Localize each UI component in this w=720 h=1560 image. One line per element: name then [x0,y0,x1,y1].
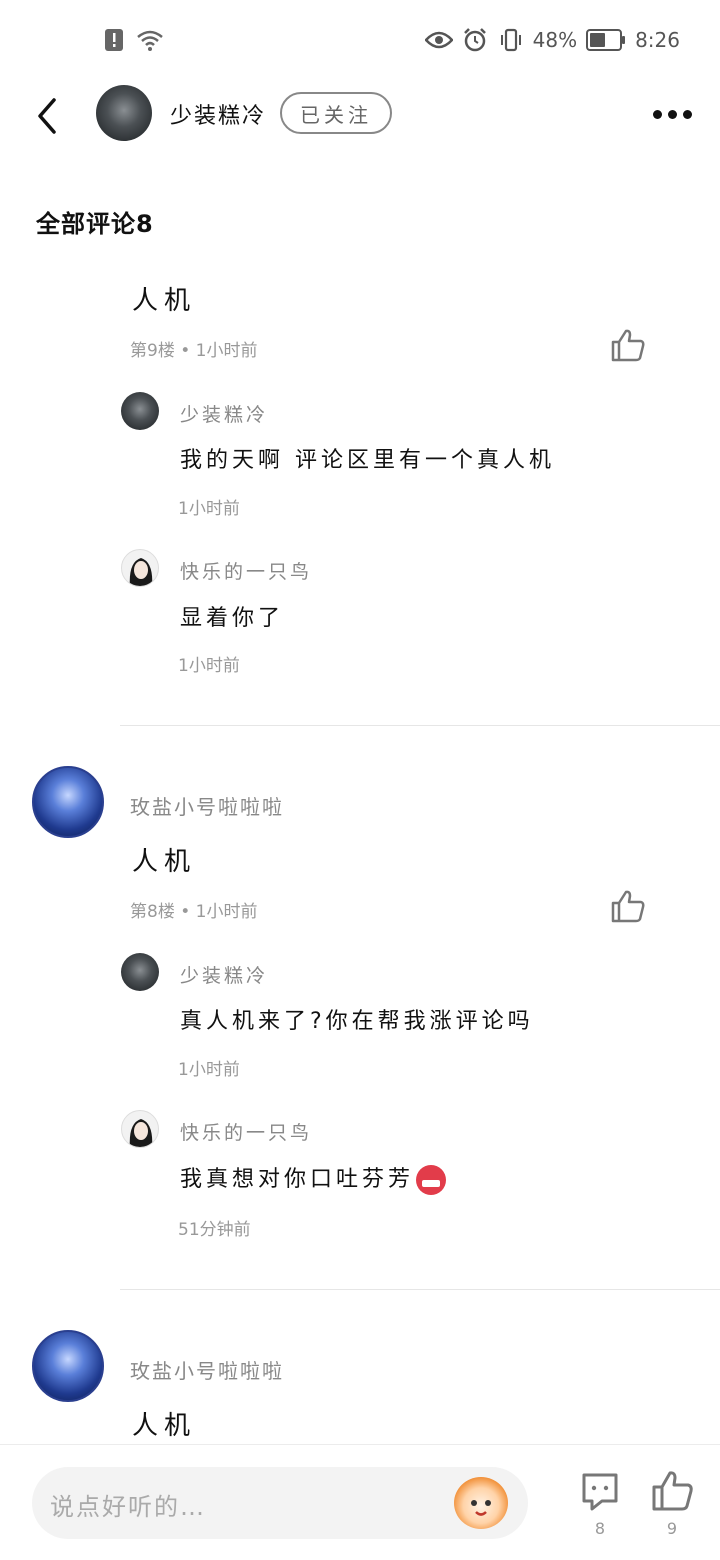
avatar[interactable] [32,1330,104,1402]
more-options-button[interactable] [648,94,696,134]
like-post-button[interactable]: 9 [650,1469,694,1545]
battery-percent: 48% [532,28,578,52]
reply-text[interactable]: 我的天啊 评论区里有一个真人机 [180,442,555,474]
comment-text[interactable]: 人机 [132,280,196,317]
like-button[interactable] [610,328,646,362]
comment-text[interactable]: 人机 [132,1405,196,1442]
bottom-bar: 说点好听的… 8 9 [0,1444,720,1560]
comment-author[interactable]: 玫盐小号啦啦啦 [130,1355,284,1384]
more-icon-dot [667,109,677,119]
mascot-emoji-icon[interactable] [454,1477,508,1529]
alarm-icon [461,26,489,54]
follow-button[interactable]: 已关注 [280,92,392,134]
like-count: 9 [666,1519,678,1538]
reply-text: 我真想对你口吐芬芳 [180,1167,415,1192]
section-title: 全部评论8 [36,210,154,238]
reply-time: 51分钟前 [178,1220,251,1240]
divider [120,725,720,726]
status-bar: 48% 8:26 [0,0,720,80]
reply-author[interactable]: 快乐的一只鸟 [180,1118,312,1145]
avatar[interactable] [121,392,159,430]
thumbs-up-icon [652,1471,693,1511]
avatar[interactable] [121,953,159,991]
avatar[interactable] [32,766,104,838]
comment-input[interactable]: 说点好听的… [32,1467,528,1539]
reply-text[interactable]: 显着你了 [180,600,284,632]
reply-text-row[interactable]: 我真想对你口吐芬芳 [180,1161,447,1195]
comment-bubble-icon [582,1473,618,1511]
reply-time: 1小时前 [178,499,240,519]
reply-author[interactable]: 快乐的一只鸟 [180,557,312,584]
battery-icon [585,26,627,54]
comment-count: 8 [594,1519,606,1538]
back-button[interactable] [26,94,70,138]
eye-icon [424,26,453,54]
reply-text[interactable]: 真人机来了?你在帮我涨评论吗 [180,1003,534,1035]
reply-time: 1小时前 [178,1060,240,1080]
divider [120,1289,720,1290]
clock-time: 8:26 [635,28,680,52]
thumbs-up-icon [611,329,645,362]
comment-author[interactable]: 玫盐小号啦啦啦 [130,791,284,820]
more-icon [652,109,662,119]
avatar[interactable] [121,549,159,587]
wifi-icon [136,26,164,54]
header-username[interactable]: 少装糕冷 [170,98,266,130]
reply-author[interactable]: 少装糕冷 [180,400,268,427]
like-button[interactable] [610,889,646,923]
reply-author[interactable]: 少装糕冷 [180,961,268,988]
comment-meta: 第8楼 • 1小时前 [130,902,258,922]
more-icon-dot [682,109,692,119]
comment-meta: 第9楼 • 1小时前 [130,341,258,361]
comments-button[interactable]: 8 [578,1469,622,1545]
avatar[interactable] [96,85,152,141]
comment-input-placeholder: 说点好听的… [50,1493,206,1521]
angry-face-icon [416,1165,447,1195]
thumbs-up-icon [611,890,645,923]
reply-time: 1小时前 [178,656,240,676]
alert-icon [100,26,128,54]
header: 少装糕冷 已关注 [0,80,720,150]
comment-text[interactable]: 人机 [132,841,196,878]
chevron-left-icon [38,98,56,134]
vibrate-icon [497,26,525,54]
avatar[interactable] [121,1110,159,1148]
